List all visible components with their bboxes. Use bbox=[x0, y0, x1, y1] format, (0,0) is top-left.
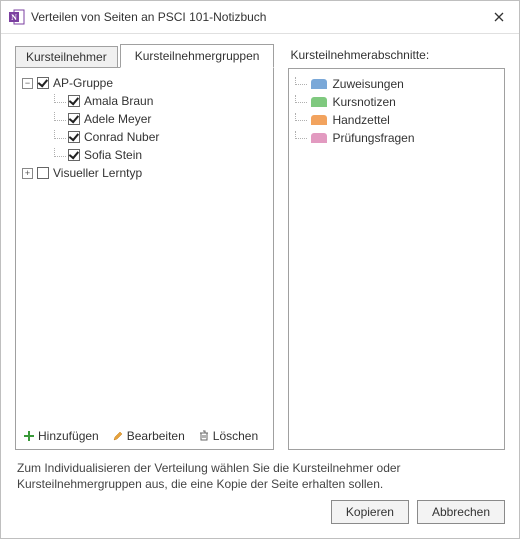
checkbox[interactable] bbox=[68, 95, 80, 107]
section-row[interactable]: Zuweisungen bbox=[293, 75, 500, 93]
section-row[interactable]: Kursnotizen bbox=[293, 93, 500, 111]
tree-connector bbox=[295, 113, 307, 121]
section-row[interactable]: Handzettel bbox=[293, 111, 500, 129]
tree-node: Sofia Stein bbox=[20, 146, 269, 164]
tree-node: − AP-Gruppe bbox=[20, 74, 269, 92]
tree-node: Conrad Nuber bbox=[20, 128, 269, 146]
tree-node: Amala Braun bbox=[20, 92, 269, 110]
add-label: Hinzufügen bbox=[38, 429, 99, 443]
tree-label[interactable]: Conrad Nuber bbox=[84, 130, 159, 144]
section-tab-icon bbox=[311, 97, 327, 107]
edit-label: Bearbeiten bbox=[127, 429, 185, 443]
tab-groups[interactable]: Kursteilnehmergruppen bbox=[120, 44, 275, 68]
checkbox[interactable] bbox=[68, 113, 80, 125]
trash-icon bbox=[199, 430, 209, 441]
delete-button[interactable]: Löschen bbox=[199, 429, 258, 443]
left-column: Kursteilnehmer Kursteilnehmergruppen − A… bbox=[15, 44, 274, 450]
edit-button[interactable]: Bearbeiten bbox=[113, 429, 185, 443]
tree: − AP-Gruppe Amala Braun Adele M bbox=[16, 68, 273, 422]
section-label: Kursnotizen bbox=[332, 95, 395, 109]
sections-header: Kursteilnehmerabschnitte: bbox=[288, 44, 505, 68]
tree-node: + Visueller Lerntyp bbox=[20, 164, 269, 182]
tree-connector bbox=[54, 148, 66, 157]
minus-icon[interactable]: − bbox=[22, 78, 33, 89]
tree-connector bbox=[54, 130, 66, 139]
tree-label[interactable]: Sofia Stein bbox=[84, 148, 142, 162]
dialog-body: Kursteilnehmer Kursteilnehmergruppen − A… bbox=[1, 34, 519, 538]
columns: Kursteilnehmer Kursteilnehmergruppen − A… bbox=[15, 44, 505, 450]
section-label: Zuweisungen bbox=[332, 77, 403, 91]
tree-connector bbox=[295, 131, 307, 139]
plus-icon bbox=[24, 431, 34, 441]
hint-text: Zum Individualisieren der Verteilung wäh… bbox=[15, 450, 505, 500]
section-label: Handzettel bbox=[332, 113, 389, 127]
titlebar: N Verteilen von Seiten an PSCI 101-Notiz… bbox=[1, 1, 519, 34]
cancel-button[interactable]: Abbrechen bbox=[417, 500, 505, 524]
panel-toolbar: Hinzufügen Bearbeiten Löschen bbox=[16, 422, 273, 449]
pencil-icon bbox=[113, 431, 123, 441]
checkbox[interactable] bbox=[68, 149, 80, 161]
tree-connector bbox=[54, 94, 66, 103]
plus-icon[interactable]: + bbox=[22, 168, 33, 179]
delete-label: Löschen bbox=[213, 429, 258, 443]
svg-text:N: N bbox=[11, 13, 17, 22]
copy-button[interactable]: Kopieren bbox=[331, 500, 409, 524]
window-title: Verteilen von Seiten an PSCI 101-Notizbu… bbox=[31, 10, 485, 24]
section-tab-icon bbox=[311, 79, 327, 89]
add-button[interactable]: Hinzufügen bbox=[24, 429, 99, 443]
tree-node: Adele Meyer bbox=[20, 110, 269, 128]
groups-panel: − AP-Gruppe Amala Braun Adele M bbox=[15, 67, 274, 450]
section-tab-icon bbox=[311, 133, 327, 143]
section-tab-icon bbox=[311, 115, 327, 125]
tree-label[interactable]: AP-Gruppe bbox=[53, 76, 113, 90]
sections-panel: Zuweisungen Kursnotizen Handzettel bbox=[288, 68, 505, 450]
close-button[interactable] bbox=[485, 7, 513, 27]
checkbox[interactable] bbox=[68, 131, 80, 143]
tree-label[interactable]: Adele Meyer bbox=[84, 112, 151, 126]
tree-label[interactable]: Visueller Lerntyp bbox=[53, 166, 142, 180]
section-row[interactable]: Prüfungsfragen bbox=[293, 129, 500, 147]
section-label: Prüfungsfragen bbox=[332, 131, 414, 145]
right-column: Kursteilnehmerabschnitte: Zuweisungen Ku… bbox=[288, 44, 505, 450]
tabs: Kursteilnehmer Kursteilnehmergruppen bbox=[15, 44, 274, 68]
tree-label[interactable]: Amala Braun bbox=[84, 94, 153, 108]
tree-connector bbox=[295, 95, 307, 103]
tree-connector bbox=[295, 77, 307, 85]
tab-students[interactable]: Kursteilnehmer bbox=[15, 46, 118, 68]
dialog-window: N Verteilen von Seiten an PSCI 101-Notiz… bbox=[0, 0, 520, 539]
tree-connector bbox=[54, 112, 66, 121]
onenote-icon: N bbox=[9, 9, 25, 25]
button-row: Kopieren Abbrechen bbox=[15, 500, 505, 526]
checkbox[interactable] bbox=[37, 167, 49, 179]
checkbox[interactable] bbox=[37, 77, 49, 89]
